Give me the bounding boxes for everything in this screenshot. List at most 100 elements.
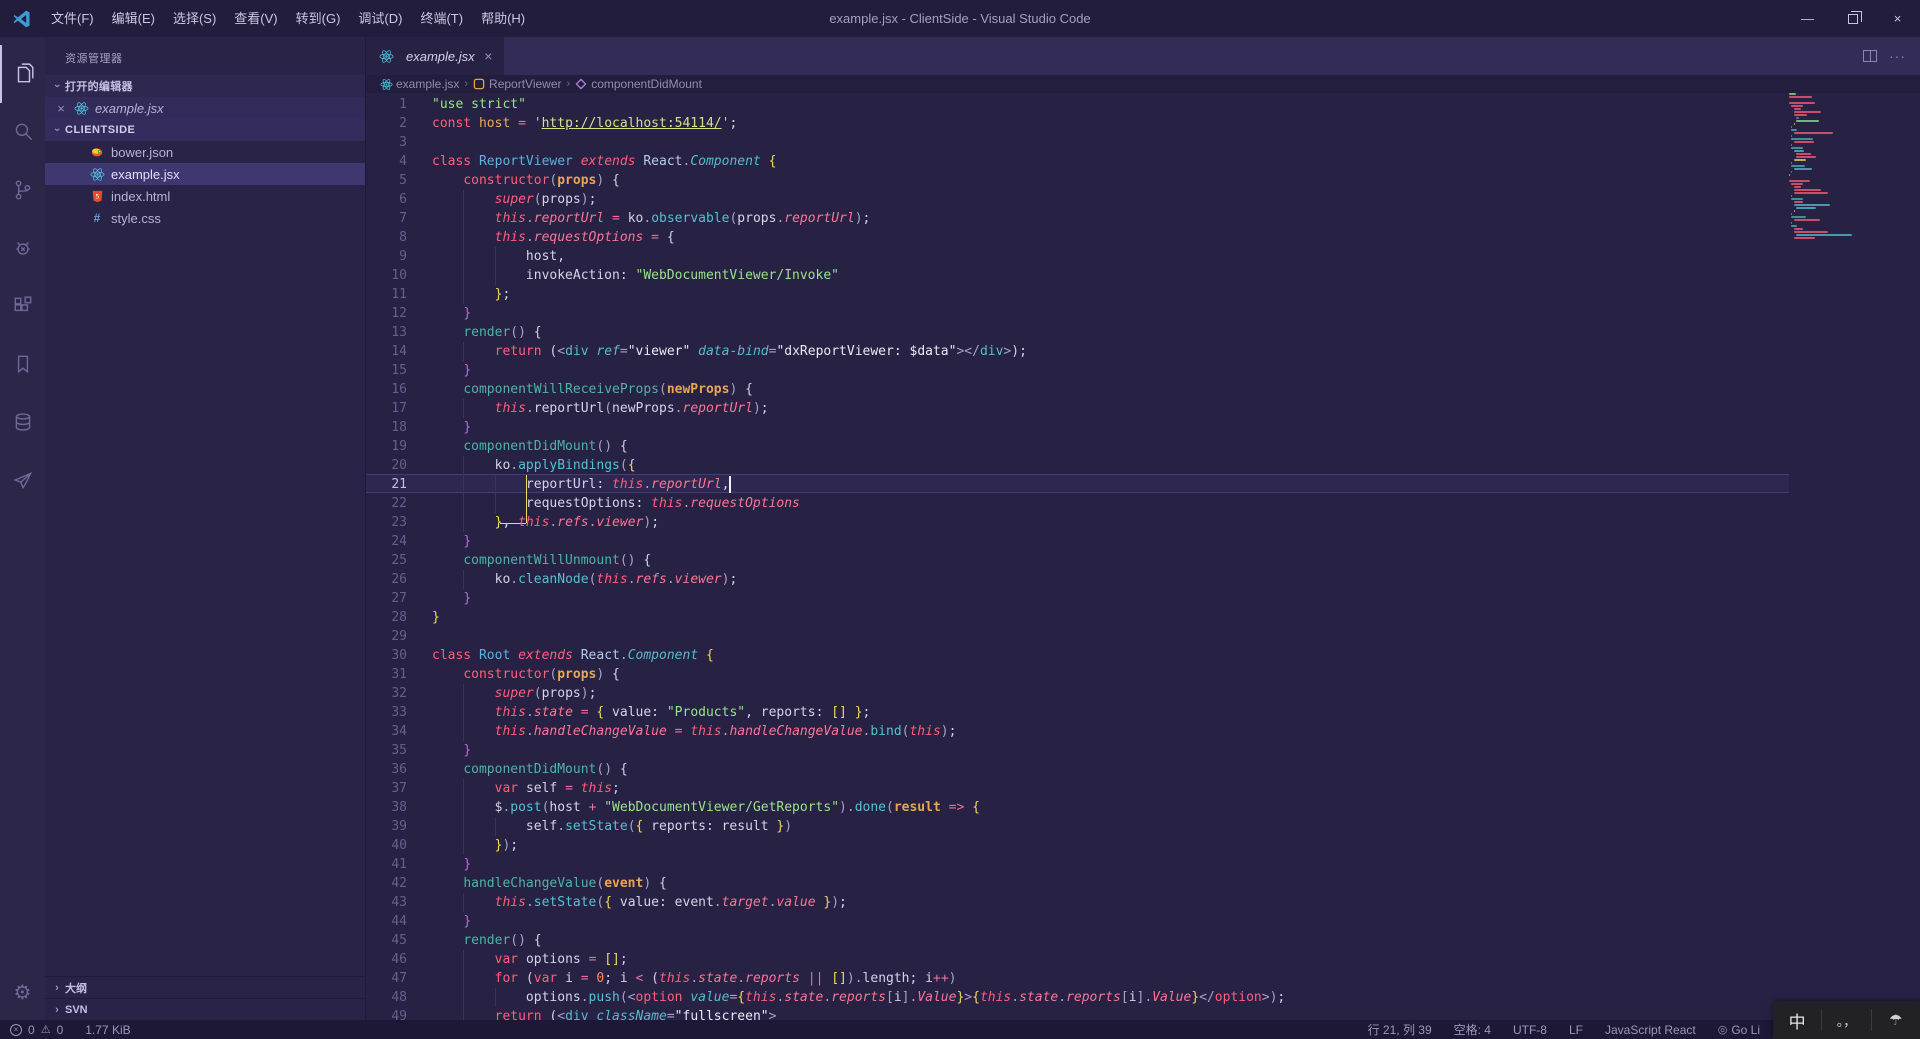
minimize-button[interactable]: —	[1785, 0, 1830, 37]
code-line[interactable]: 35 }	[366, 741, 1920, 760]
line-number[interactable]: 30	[366, 646, 432, 665]
error-count[interactable]: 0	[28, 1023, 35, 1037]
code-line[interactable]: 16 componentWillReceiveProps(newProps) {	[366, 380, 1920, 399]
line-number[interactable]: 20	[366, 456, 432, 475]
line-number[interactable]: 27	[366, 589, 432, 608]
open-editors-section[interactable]: › 打开的编辑器	[45, 75, 365, 97]
line-number[interactable]: 43	[366, 893, 432, 912]
code-line[interactable]: 31 constructor(props) {	[366, 665, 1920, 684]
code-line[interactable]: 14 return (<div ref="viewer" data-bind="…	[366, 342, 1920, 361]
code-line[interactable]: 12 }	[366, 304, 1920, 323]
breadcrumb-method[interactable]: componentDidMount	[575, 77, 702, 91]
explorer-icon[interactable]	[0, 45, 45, 103]
code-editor[interactable]: 1 "use strict" 2 const host = 'http://local…	[366, 93, 1920, 1020]
code-line[interactable]: 7 this.reportUrl = ko.observable(props.r…	[366, 209, 1920, 228]
line-number[interactable]: 13	[366, 323, 432, 342]
code-line[interactable]: 32 super(props);	[366, 684, 1920, 703]
ime-skin-icon[interactable]: ☂	[1872, 1011, 1920, 1029]
line-number[interactable]: 12	[366, 304, 432, 323]
code-line[interactable]: 6 super(props);	[366, 190, 1920, 209]
code-line[interactable]: 26 ko.cleanNode(this.refs.viewer);	[366, 570, 1920, 589]
line-number[interactable]: 31	[366, 665, 432, 684]
line-number[interactable]: 46	[366, 950, 432, 969]
line-number[interactable]: 32	[366, 684, 432, 703]
line-number[interactable]: 23	[366, 513, 432, 532]
tab-example-jsx[interactable]: example.jsx ×	[366, 37, 504, 75]
status-item[interactable]: UTF-8	[1513, 1023, 1547, 1037]
line-number[interactable]: 33	[366, 703, 432, 722]
code-line[interactable]: 45 render() {	[366, 931, 1920, 950]
close-icon[interactable]: ×	[53, 101, 69, 116]
line-number[interactable]: 37	[366, 779, 432, 798]
menu-item[interactable]: 调试(D)	[349, 0, 411, 37]
folder-section[interactable]: › CLIENTSIDE	[45, 119, 365, 141]
file-row-style[interactable]: # style.css	[45, 207, 365, 229]
code-line[interactable]: 9 host,	[366, 247, 1920, 266]
restore-button[interactable]	[1830, 0, 1875, 37]
source-control-icon[interactable]	[0, 161, 45, 219]
breadcrumb-file[interactable]: example.jsx	[380, 77, 459, 91]
menu-item[interactable]: 帮助(H)	[472, 0, 534, 37]
search-icon[interactable]	[0, 103, 45, 161]
debug-icon[interactable]	[0, 219, 45, 277]
status-item[interactable]: JavaScript React	[1605, 1023, 1696, 1037]
code-line[interactable]: 22 requestOptions: this.requestOptions	[366, 494, 1920, 513]
menu-item[interactable]: 编辑(E)	[103, 0, 164, 37]
line-number[interactable]: 35	[366, 741, 432, 760]
code-line[interactable]: 8 this.requestOptions = {	[366, 228, 1920, 247]
line-number[interactable]: 40	[366, 836, 432, 855]
more-actions-icon[interactable]: ···	[1889, 48, 1906, 64]
line-number[interactable]: 8	[366, 228, 432, 247]
code-line[interactable]: 15 }	[366, 361, 1920, 380]
line-number[interactable]: 47	[366, 969, 432, 988]
code-line[interactable]: 47 for (var i = 0; i < (this.state.repor…	[366, 969, 1920, 988]
svn-section[interactable]: › SVN	[45, 998, 365, 1020]
code-line[interactable]: 18 }	[366, 418, 1920, 437]
split-editor-icon[interactable]	[1863, 50, 1877, 62]
code-line[interactable]: 3	[366, 133, 1920, 152]
code-line[interactable]: 46 var options = [];	[366, 950, 1920, 969]
ime-language-mode[interactable]: 中	[1773, 1008, 1821, 1033]
code-line[interactable]: 23 }, this.refs.viewer);	[366, 513, 1920, 532]
line-number[interactable]: 38	[366, 798, 432, 817]
bookmark-icon[interactable]	[0, 335, 45, 393]
send-icon[interactable]	[0, 451, 45, 509]
file-row-index[interactable]: 5 index.html	[45, 185, 365, 207]
line-number[interactable]: 15	[366, 361, 432, 380]
code-line[interactable]: 39 self.setState({ reports: result })	[366, 817, 1920, 836]
ime-punctuation-mode[interactable]: 。，	[1822, 1011, 1870, 1030]
close-button[interactable]: ×	[1875, 0, 1920, 37]
line-number[interactable]: 36	[366, 760, 432, 779]
code-line[interactable]: 24 }	[366, 532, 1920, 551]
code-line[interactable]: 11 };	[366, 285, 1920, 304]
extensions-icon[interactable]	[0, 277, 45, 335]
menu-item[interactable]: 转到(G)	[287, 0, 350, 37]
code-line[interactable]: 29	[366, 627, 1920, 646]
code-line[interactable]: 13 render() {	[366, 323, 1920, 342]
code-line[interactable]: 4 class ReportViewer extends React.Compon…	[366, 152, 1920, 171]
minimap[interactable]	[1789, 93, 1863, 1020]
errors-icon[interactable]: ×	[10, 1023, 22, 1036]
line-number[interactable]: 9	[366, 247, 432, 266]
code-line[interactable]: 25 componentWillUnmount() {	[366, 551, 1920, 570]
line-number[interactable]: 22	[366, 494, 432, 513]
breadcrumb-class[interactable]: ReportViewer	[473, 77, 562, 91]
code-line[interactable]: 36 componentDidMount() {	[366, 760, 1920, 779]
code-line[interactable]: 42 handleChangeValue(event) {	[366, 874, 1920, 893]
line-number[interactable]: 17	[366, 399, 432, 418]
line-number[interactable]: 21	[366, 475, 432, 494]
file-row-bower[interactable]: bower.json	[45, 141, 365, 163]
line-number[interactable]: 44	[366, 912, 432, 931]
code-line[interactable]: 37 var self = this;	[366, 779, 1920, 798]
code-line[interactable]: 44 }	[366, 912, 1920, 931]
line-number[interactable]: 1	[366, 95, 432, 114]
line-number[interactable]: 41	[366, 855, 432, 874]
code-line[interactable]: 19 componentDidMount() {	[366, 437, 1920, 456]
line-number[interactable]: 6	[366, 190, 432, 209]
code-line[interactable]: 2 const host = 'http://localhost:54114/';	[366, 114, 1920, 133]
code-line[interactable]: 27 }	[366, 589, 1920, 608]
code-line[interactable]: 41 }	[366, 855, 1920, 874]
menu-item[interactable]: 查看(V)	[225, 0, 286, 37]
code-line[interactable]: 34 this.handleChangeValue = this.handleC…	[366, 722, 1920, 741]
code-line[interactable]: 33 this.state = { value: "Products", rep…	[366, 703, 1920, 722]
